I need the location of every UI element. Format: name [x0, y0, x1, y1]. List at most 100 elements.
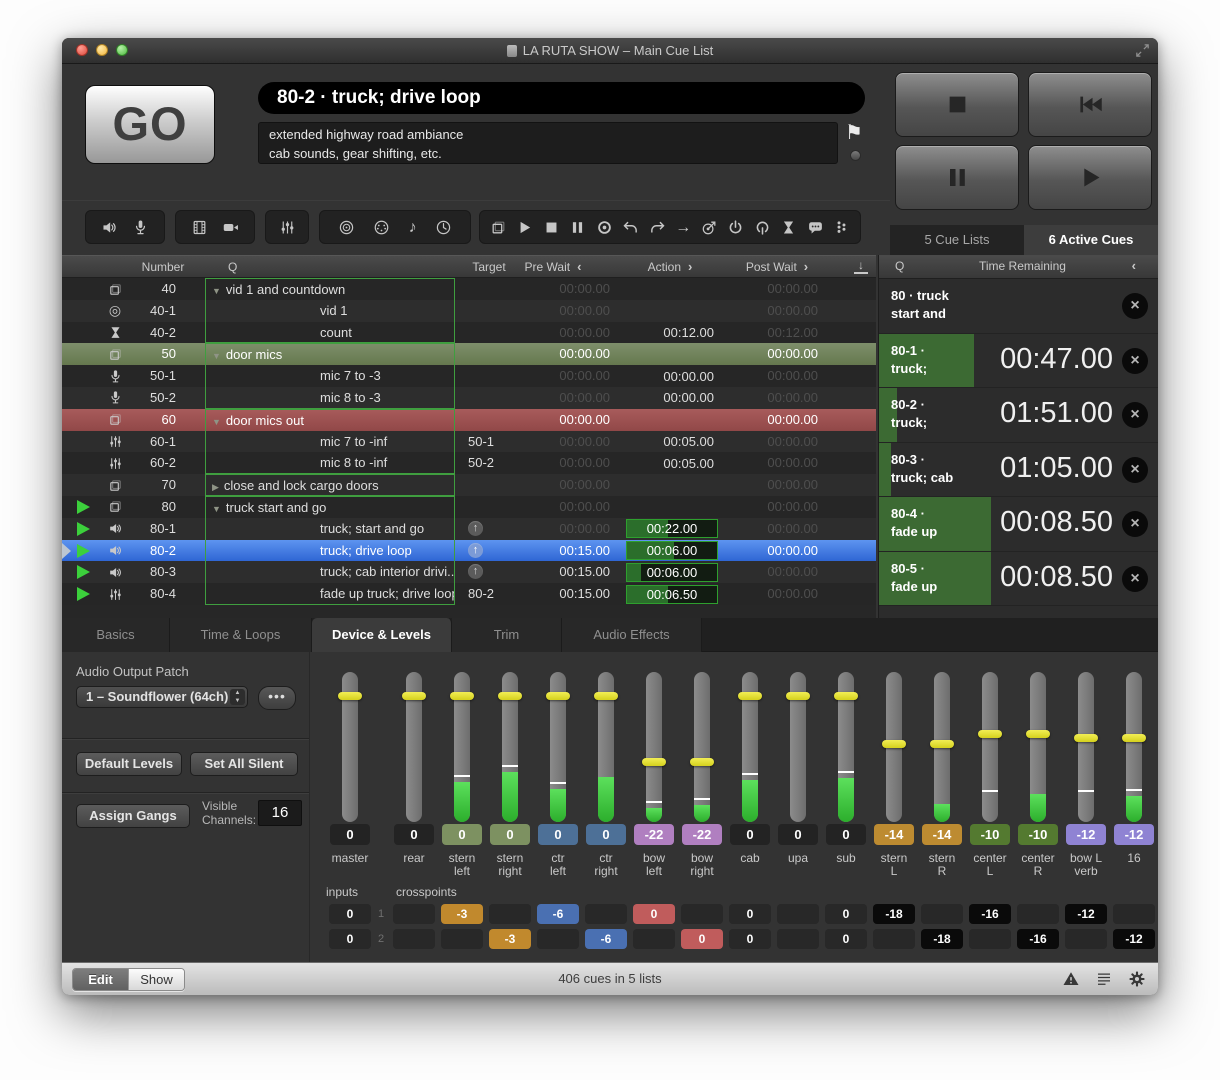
crosspoint-cell[interactable]	[681, 904, 723, 924]
fader-track[interactable]	[406, 672, 422, 822]
crosspoint-cell[interactable]: -12	[1113, 929, 1155, 949]
crosspoint-cell[interactable]	[1017, 904, 1059, 924]
channel-level-value[interactable]: -10	[970, 824, 1010, 845]
fader-knob[interactable]	[930, 740, 954, 748]
fader-knob[interactable]	[978, 730, 1002, 738]
play-button[interactable]	[1028, 145, 1152, 210]
music-note-icon[interactable]: ♪	[409, 219, 417, 236]
speaker-icon[interactable]	[101, 219, 118, 236]
crosspoint-cell[interactable]: 0	[825, 929, 867, 949]
cue-row-60-2[interactable]: 60-2mic 8 to -inf50-200:00.0000:05.0000:…	[62, 452, 876, 474]
fader-track[interactable]	[790, 672, 806, 822]
channel-level-value[interactable]: 0	[394, 824, 434, 845]
cue-row-70[interactable]: 70▶close and lock cargo doors00:00.0000:…	[62, 474, 876, 496]
crosspoint-cell[interactable]	[1065, 929, 1107, 949]
tab-device-levels[interactable]: Device & Levels	[312, 618, 452, 652]
clock-icon[interactable]	[435, 219, 452, 236]
input-level-value[interactable]: 0	[329, 904, 371, 924]
microphone-icon[interactable]	[132, 219, 149, 236]
fader-knob[interactable]	[450, 692, 474, 700]
crosspoint-cell[interactable]	[393, 904, 435, 924]
close-window-button[interactable]	[76, 44, 88, 56]
crosspoint-cell[interactable]: -16	[1017, 929, 1059, 949]
disclosure-open-icon[interactable]: ▼	[212, 286, 221, 296]
channel-level-value[interactable]: -14	[874, 824, 914, 845]
active-cue-row[interactable]: 80-2 ·truck;01:51.00×	[879, 388, 1158, 443]
fader-knob[interactable]	[1074, 734, 1098, 742]
channel-level-value[interactable]: 0	[538, 824, 578, 845]
cue-notes-field[interactable]: extended highway road ambiance cab sound…	[258, 122, 838, 164]
warning-icon[interactable]	[1062, 970, 1080, 988]
cue-row-80-3[interactable]: 80-3truck; cab interior drivi...↑00:15.0…	[62, 561, 876, 583]
go-button[interactable]: GO	[85, 85, 215, 164]
play-cue-icon[interactable]	[516, 219, 533, 236]
crosspoint-cell[interactable]: 0	[825, 904, 867, 924]
camera-icon[interactable]	[222, 219, 239, 236]
cue-row-80-1[interactable]: 80-1truck; start and go↑00:00.0000:22.00…	[62, 518, 876, 540]
fader-track[interactable]	[742, 672, 758, 822]
crosspoint-cell[interactable]	[921, 904, 963, 924]
crosspoint-cell[interactable]	[489, 904, 531, 924]
fader-knob[interactable]	[882, 740, 906, 748]
crosspoint-cell[interactable]: 0	[633, 904, 675, 924]
crosspoint-cell[interactable]: 0	[729, 929, 771, 949]
fader-track[interactable]	[694, 672, 710, 822]
disc-icon[interactable]	[338, 219, 355, 236]
input-level-value[interactable]: 0	[329, 929, 371, 949]
fader-knob[interactable]	[546, 692, 570, 700]
fader-track[interactable]	[550, 672, 566, 822]
crosspoint-cell[interactable]	[441, 929, 483, 949]
crosspoint-cell[interactable]: -6	[585, 929, 627, 949]
stop-cue-close-icon[interactable]: ×	[1122, 566, 1148, 592]
stop-cue-close-icon[interactable]: ×	[1122, 348, 1148, 374]
crosspoint-cell[interactable]	[777, 904, 819, 924]
crosspoint-cell[interactable]: -18	[921, 929, 963, 949]
fader-knob[interactable]	[594, 692, 618, 700]
undo-icon[interactable]	[622, 219, 639, 236]
cue-row-60-1[interactable]: 60-1mic 7 to -inf50-100:00.0000:05.0000:…	[62, 431, 876, 453]
power-icon[interactable]	[727, 219, 744, 236]
settings-gear-icon[interactable]	[1128, 970, 1146, 988]
channel-level-value[interactable]: -22	[634, 824, 674, 845]
fader-knob[interactable]	[834, 692, 858, 700]
crosspoint-cell[interactable]: -3	[489, 929, 531, 949]
fader-track[interactable]	[1126, 672, 1142, 822]
minimize-window-button[interactable]	[96, 44, 108, 56]
cue-row-40[interactable]: 40▼vid 1 and countdown00:00.0000:00.00	[62, 278, 876, 300]
fader-track[interactable]	[934, 672, 950, 822]
resize-icon[interactable]	[1134, 42, 1151, 59]
cue-row-40-1[interactable]: ◎40-1vid 100:00.0000:00.00	[62, 300, 876, 322]
assign-gangs-button[interactable]: Assign Gangs	[76, 804, 190, 828]
fader-knob[interactable]	[338, 692, 362, 700]
crosspoint-cell[interactable]: -12	[1065, 904, 1107, 924]
disclosure-open-icon[interactable]: ▼	[212, 417, 221, 427]
stop-cue-close-icon[interactable]: ×	[1122, 402, 1148, 428]
crosspoint-cell[interactable]: -16	[969, 904, 1011, 924]
pause-button[interactable]	[895, 145, 1019, 210]
rewind-button[interactable]	[1028, 72, 1152, 137]
tab-audio-effects[interactable]: Audio Effects	[562, 618, 702, 652]
flag-icon[interactable]: ⚑	[845, 120, 863, 145]
column-header-action[interactable]: Action›	[618, 256, 722, 278]
visible-channels-value[interactable]: 16	[258, 800, 302, 826]
fader-track[interactable]	[646, 672, 662, 822]
cue-row-50[interactable]: 50▼door mics00:00.0000:00.00	[62, 343, 876, 365]
channel-level-value[interactable]: -14	[922, 824, 962, 845]
crosspoint-cell[interactable]: -18	[873, 904, 915, 924]
cue-row-50-1[interactable]: 50-1mic 7 to -300:00.0000:00.0000:00.00	[62, 365, 876, 387]
crosspoint-cell[interactable]	[633, 929, 675, 949]
tab-6-active-cues[interactable]: 6 Active Cues	[1024, 225, 1158, 255]
audio-patch-select[interactable]: 1 – Soundflower (64ch) ▲▼	[76, 686, 248, 708]
fader-knob[interactable]	[1122, 734, 1146, 742]
crosspoint-cell[interactable]	[585, 904, 627, 924]
column-header-postwait[interactable]: Post Wait›	[722, 256, 832, 278]
fader-track[interactable]	[838, 672, 854, 822]
fader-knob[interactable]	[498, 692, 522, 700]
default-levels-button[interactable]: Default Levels	[76, 752, 182, 776]
tab-trim[interactable]: Trim	[452, 618, 562, 652]
crosspoint-cell[interactable]	[537, 929, 579, 949]
crosspoint-cell[interactable]: -6	[537, 904, 579, 924]
fader-track[interactable]	[1030, 672, 1046, 822]
crosspoint-cell[interactable]: -3	[441, 904, 483, 924]
crosspoint-cell[interactable]	[969, 929, 1011, 949]
